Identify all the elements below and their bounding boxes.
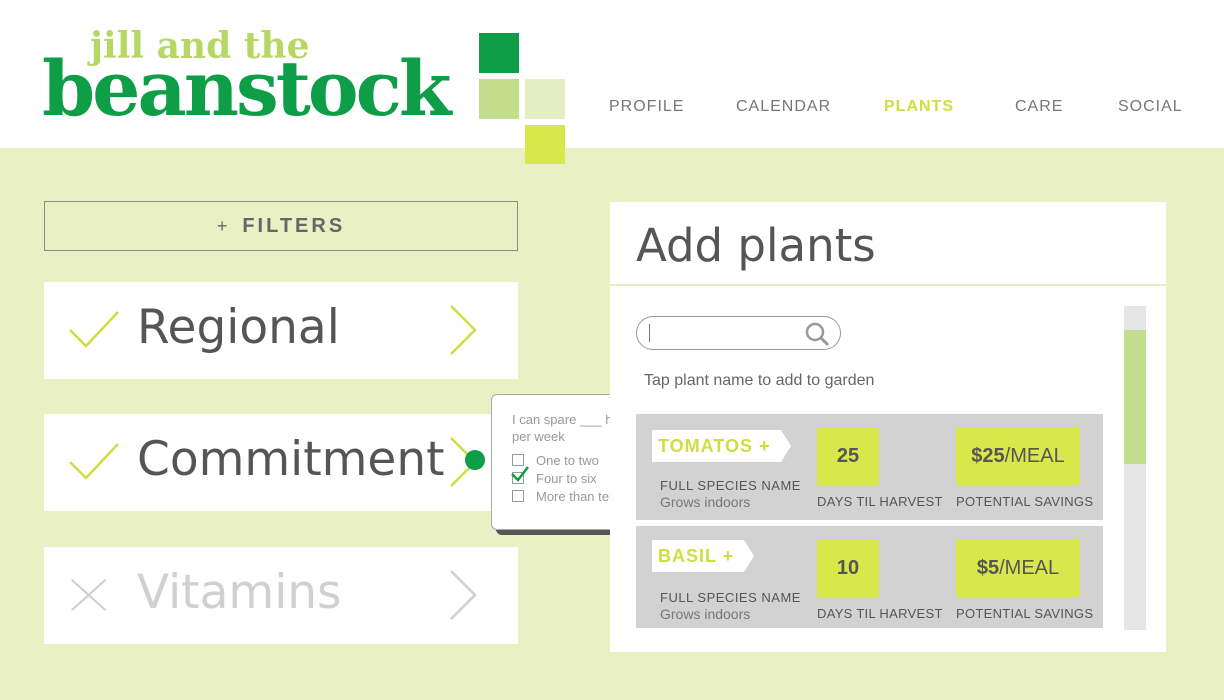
checkbox[interactable] (512, 490, 524, 502)
filter-label: Commitment (137, 432, 445, 487)
checkmark-icon (511, 466, 529, 482)
filter-regional[interactable]: Regional (44, 282, 518, 379)
plant-row-basil[interactable]: BASIL + FULL SPECIES NAME Grows indoors … (636, 526, 1103, 628)
days-number: 10 (836, 556, 860, 579)
growth-note: Grows indoors (660, 606, 751, 622)
logo-square-pale (525, 79, 565, 119)
divider (610, 284, 1166, 286)
nav-profile[interactable]: PROFILE (609, 98, 684, 116)
panel-title: Add plants (636, 219, 876, 272)
check-icon (69, 443, 119, 480)
x-icon (70, 578, 107, 612)
nav-social[interactable]: SOCIAL (1118, 98, 1183, 116)
search-icon[interactable] (804, 321, 830, 347)
days-label: DAYS TIL HARVEST (817, 606, 943, 621)
nav-plants[interactable]: PLANTS (884, 98, 954, 116)
nav-calendar[interactable]: CALENDAR (736, 98, 831, 116)
filters-button-label: FILTERS (242, 214, 346, 237)
plant-name-tag[interactable]: BASIL + (652, 540, 755, 572)
days-label: DAYS TIL HARVEST (817, 494, 943, 509)
filter-label: Vitamins (137, 565, 342, 620)
logo-square-light (479, 79, 519, 119)
popover-anchor-dot (465, 450, 485, 470)
savings-unit: /MEAL (999, 556, 1060, 579)
savings-label: POTENTIAL SAVINGS (956, 494, 1094, 509)
option-label: One to two (536, 452, 599, 468)
filter-label: Regional (137, 300, 340, 355)
savings-amount: $5 (976, 556, 1000, 579)
add-plants-panel: Add plants Tap plant name to add to gard… (610, 202, 1166, 652)
days-number: 25 (836, 444, 860, 467)
plant-search-input[interactable] (636, 316, 841, 350)
filters-button[interactable]: + FILTERS (44, 201, 518, 251)
text-caret (649, 324, 650, 342)
header: jill and the beanstock PROFILE CALENDAR … (0, 0, 1224, 164)
option-label: More than ten (536, 488, 617, 504)
species-name: FULL SPECIES NAME (660, 590, 801, 605)
chevron-right-icon (450, 305, 477, 355)
filter-vitamins[interactable]: Vitamins (44, 547, 518, 644)
scrollbar-thumb[interactable] (1124, 330, 1146, 464)
savings-label: POTENTIAL SAVINGS (956, 606, 1094, 621)
logo-square-lime (525, 125, 565, 164)
growth-note: Grows indoors (660, 494, 751, 510)
plant-name-tag[interactable]: TOMATOS + (652, 430, 791, 462)
savings-amount: $25 (971, 444, 1005, 467)
savings-value: $5/MEAL (956, 539, 1080, 597)
nav-care[interactable]: CARE (1015, 98, 1063, 116)
logo-wordmark[interactable]: beanstock (42, 48, 452, 130)
plant-row-tomatos[interactable]: TOMATOS + FULL SPECIES NAME Grows indoor… (636, 414, 1103, 520)
chevron-right-icon (450, 570, 477, 620)
logo-square-dark (479, 33, 519, 73)
search-hint: Tap plant name to add to garden (644, 372, 875, 389)
days-value: 10 (817, 539, 879, 597)
plus-icon: + (216, 215, 231, 236)
filter-commitment[interactable]: Commitment (44, 414, 518, 511)
check-icon (69, 311, 119, 348)
option-label: Four to six (536, 470, 597, 486)
days-value: 25 (817, 427, 879, 485)
savings-unit: /MEAL (1004, 444, 1065, 467)
savings-value: $25/MEAL (956, 427, 1080, 485)
species-name: FULL SPECIES NAME (660, 478, 801, 493)
